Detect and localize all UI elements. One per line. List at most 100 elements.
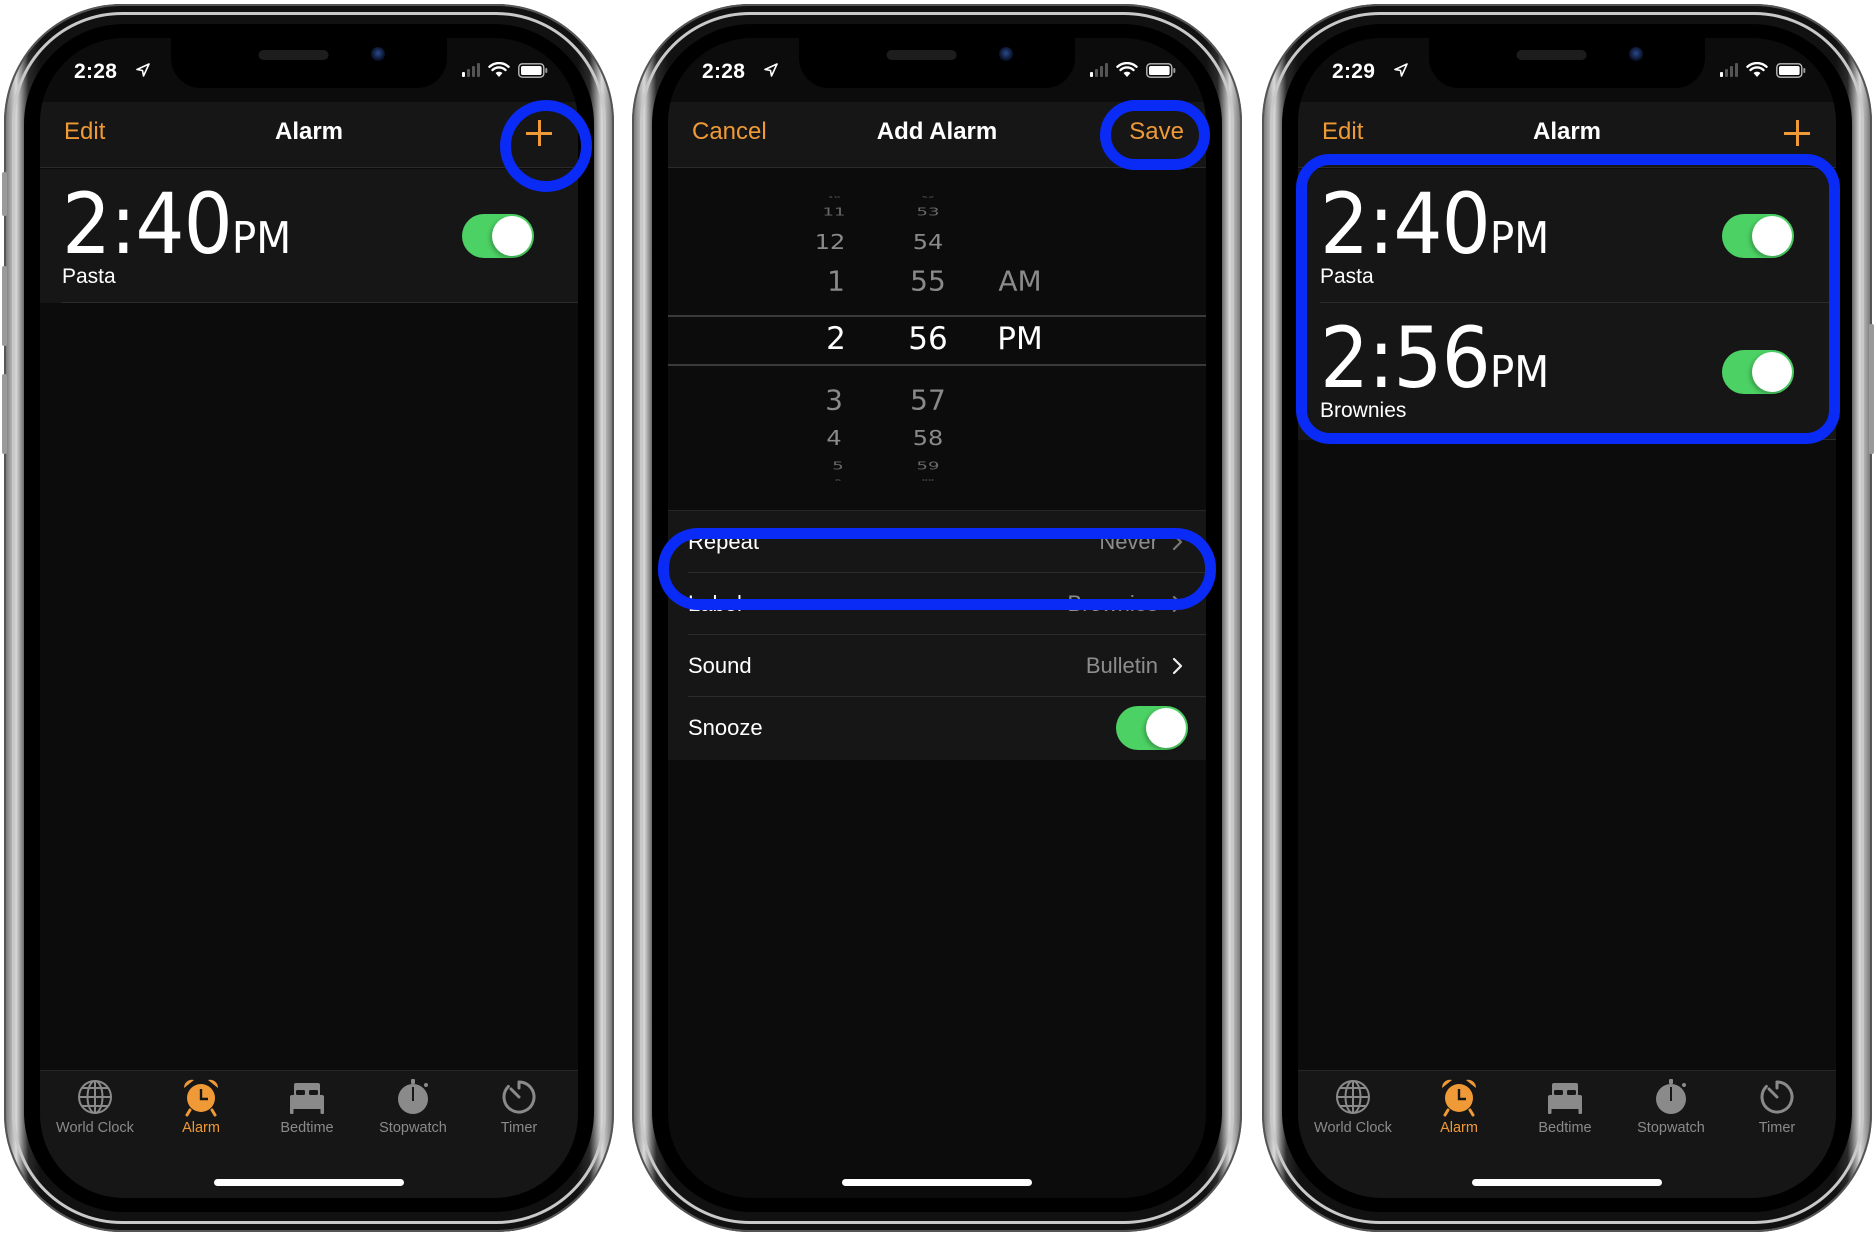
home-indicator[interactable]: [214, 1179, 404, 1186]
tab-timer[interactable]: Timer: [1724, 1077, 1830, 1136]
alarm-toggle[interactable]: [1722, 214, 1794, 258]
alarm-ampm: PM: [231, 213, 292, 264]
screen: 2:28 Edit Alarm 2:40PM Pasta World Clock…: [40, 38, 578, 1198]
side-button: [2, 172, 7, 216]
location-arrow-icon: [136, 63, 150, 77]
tab-world-clock[interactable]: World Clock: [42, 1077, 148, 1136]
page-title: Alarm: [274, 118, 344, 145]
tab-label: Bedtime: [1538, 1120, 1592, 1136]
tab-stopwatch[interactable]: Stopwatch: [1618, 1077, 1724, 1136]
picker-minute[interactable]: 53: [917, 206, 940, 219]
picker-hour-selected[interactable]: 2: [826, 321, 846, 357]
battery-icon: [1146, 63, 1176, 78]
alarm-ampm: PM: [1489, 347, 1550, 398]
location-arrow-icon: [764, 63, 778, 77]
tab-bedtime[interactable]: Bedtime: [254, 1077, 360, 1136]
add-alarm-button[interactable]: [526, 120, 552, 146]
stopwatch-icon: [1651, 1077, 1691, 1117]
tab-alarm[interactable]: Alarm: [148, 1077, 254, 1136]
tab-stopwatch[interactable]: Stopwatch: [360, 1077, 466, 1136]
label-row[interactable]: Label Brownies: [668, 573, 1206, 635]
tab-label: World Clock: [56, 1120, 134, 1136]
snooze-toggle[interactable]: [1116, 706, 1188, 750]
picker-period-selected[interactable]: PM: [997, 321, 1042, 357]
front-camera: [999, 47, 1013, 61]
picker-minute[interactable]: 59: [917, 460, 940, 473]
picker-hour[interactable]: 6: [835, 478, 841, 481]
navigation-bar: Cancel Add Alarm Save: [668, 102, 1206, 168]
timer-icon: [499, 1077, 539, 1117]
alarm-settings: Repeat Never Label Brownies Sound Bullet…: [668, 510, 1206, 760]
picker-selection-bottom: [668, 364, 1206, 366]
sound-row[interactable]: Sound Bulletin: [668, 635, 1206, 697]
row-label: Label: [688, 591, 742, 616]
alarm-hour-minute: 2:40: [1320, 175, 1491, 273]
alarm-clock-icon: [181, 1077, 221, 1117]
tab-label: Alarm: [182, 1120, 220, 1136]
status-time: 2:28: [74, 60, 118, 83]
status-time: 2:29: [1332, 60, 1376, 83]
picker-hour[interactable]: 11: [823, 206, 846, 219]
tab-label: Stopwatch: [379, 1120, 447, 1136]
edit-button[interactable]: Edit: [1322, 118, 1363, 146]
toggle-knob: [1146, 708, 1186, 748]
tab-bar: World Clock Alarm Bedtime Stopwatch Time…: [1298, 1070, 1836, 1198]
divider: [62, 302, 578, 303]
alarm-hour-minute: 2:56: [1320, 309, 1491, 407]
wifi-icon: [488, 62, 510, 78]
row-value: Brownies: [1067, 591, 1158, 616]
alarm-toggle[interactable]: [462, 214, 534, 258]
picker-minute[interactable]: 57: [910, 384, 946, 417]
alarm-hour-minute: 2:40: [62, 175, 233, 273]
front-camera: [1629, 47, 1643, 61]
picker-minute[interactable]: 52: [922, 195, 935, 198]
phone-1: 2:28 Edit Alarm 2:40PM Pasta World Clock…: [2, 4, 614, 1232]
tab-label: Timer: [1758, 1120, 1796, 1136]
notch: [1429, 38, 1705, 88]
picker-minute[interactable]: 58: [913, 426, 944, 450]
home-indicator[interactable]: [842, 1179, 1032, 1186]
volume-down-button: [2, 374, 7, 454]
alarm-row[interactable]: 2:56PM Brownies: [1298, 303, 1836, 440]
picker-minute[interactable]: 00: [922, 478, 935, 481]
picker-period[interactable]: AM: [998, 265, 1041, 298]
picker-hour[interactable]: 5: [832, 460, 843, 473]
row-label: Sound: [688, 653, 752, 678]
location-arrow-icon: [1394, 63, 1408, 77]
time-picker[interactable]: 10 11 12 1 2 3 4 5 6 52 53 54 55 56 57 5…: [668, 169, 1206, 510]
repeat-row[interactable]: Repeat Never: [668, 511, 1206, 573]
add-alarm-button[interactable]: [1784, 120, 1810, 146]
battery-icon: [518, 63, 548, 78]
alarm-time: 2:56PM: [1320, 309, 1549, 407]
picker-hour[interactable]: 12: [815, 230, 846, 254]
picker-hour[interactable]: 1: [827, 265, 845, 298]
picker-minute[interactable]: 55: [910, 265, 946, 298]
alarm-label: Brownies: [1320, 399, 1407, 422]
cellular-signal-icon: [1090, 63, 1108, 77]
tab-world-clock[interactable]: World Clock: [1300, 1077, 1406, 1136]
picker-minute[interactable]: 54: [913, 230, 944, 254]
picker-minute-selected[interactable]: 56: [908, 321, 947, 357]
tab-alarm[interactable]: Alarm: [1406, 1077, 1512, 1136]
edit-button[interactable]: Edit: [64, 118, 105, 146]
divider: [1320, 439, 1836, 440]
battery-icon: [1776, 63, 1806, 78]
picker-hour[interactable]: 10: [828, 195, 841, 198]
picker-hour[interactable]: 4: [826, 426, 841, 450]
alarm-toggle[interactable]: [1722, 350, 1794, 394]
tab-label: Bedtime: [280, 1120, 334, 1136]
phone-2: 2:28 Cancel Add Alarm Save 10 11 12 1 2 …: [632, 4, 1242, 1232]
alarm-row[interactable]: 2:40PM Pasta: [1298, 169, 1836, 303]
toggle-knob: [1752, 352, 1792, 392]
bed-icon: [287, 1077, 327, 1117]
cancel-button[interactable]: Cancel: [692, 118, 767, 146]
home-indicator[interactable]: [1472, 1179, 1662, 1186]
picker-hour[interactable]: 3: [825, 384, 843, 417]
chevron-right-icon: [1170, 533, 1186, 551]
toggle-knob: [492, 216, 532, 256]
save-button[interactable]: Save: [1129, 118, 1184, 146]
alarm-row[interactable]: 2:40PM Pasta: [40, 169, 578, 303]
tab-bedtime[interactable]: Bedtime: [1512, 1077, 1618, 1136]
tab-timer[interactable]: Timer: [466, 1077, 572, 1136]
wifi-icon: [1116, 62, 1138, 78]
